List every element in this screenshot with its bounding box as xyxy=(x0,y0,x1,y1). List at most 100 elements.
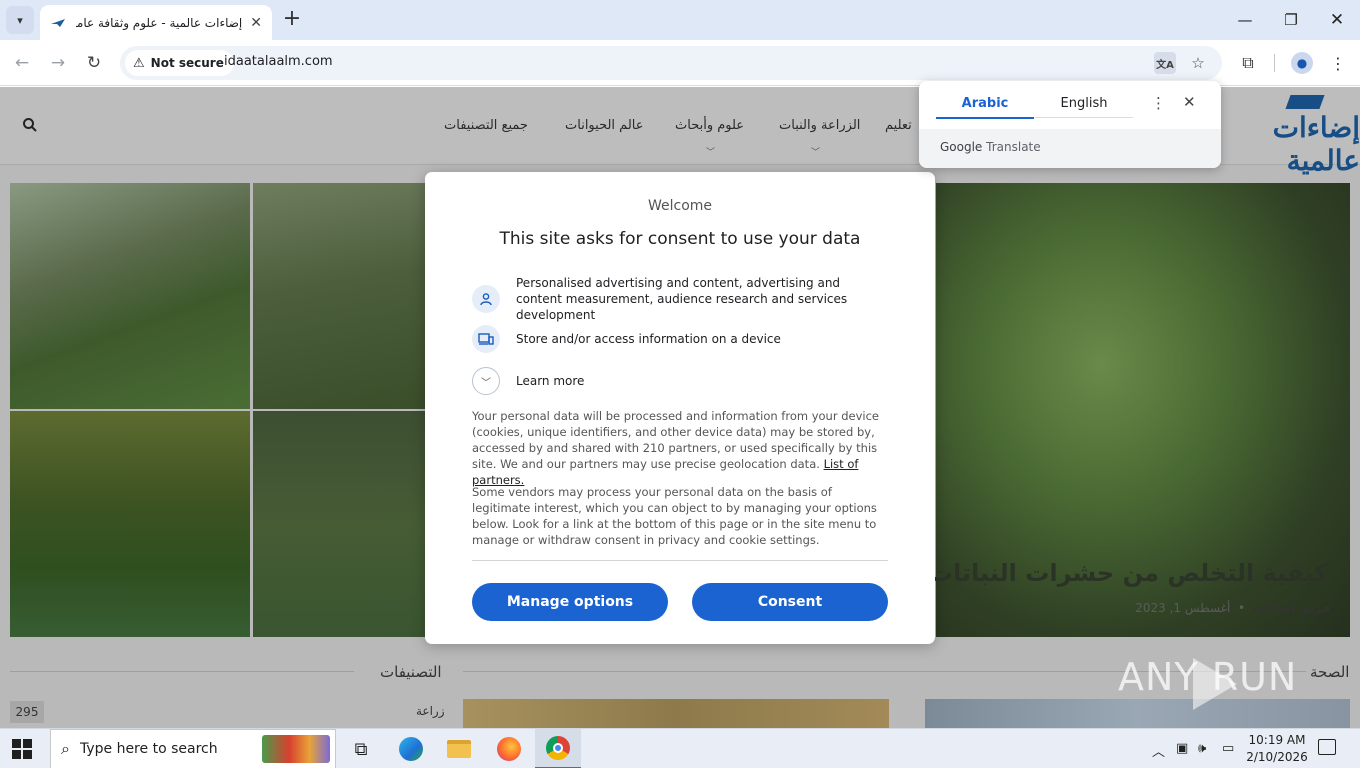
taskbar: ⌕ Type here to search ⧉ ︿ ▣ 🕪 ▭ 10:19 AM… xyxy=(0,728,1360,768)
back-icon[interactable]: ← xyxy=(10,51,34,75)
nav-item-all-categories[interactable]: جميع التصنيفات xyxy=(444,118,528,133)
article-image[interactable] xyxy=(463,699,889,728)
windows-start-icon[interactable] xyxy=(12,739,32,759)
article-image[interactable] xyxy=(253,411,425,637)
brand-google: Google xyxy=(940,140,983,154)
translate-icon[interactable]: 文A xyxy=(1154,52,1176,74)
learn-more-toggle[interactable]: ﹀ Learn more xyxy=(472,367,886,395)
consent-title: This site asks for consent to use your d… xyxy=(499,229,861,249)
brand-translate: Translate xyxy=(986,140,1041,154)
device-icon xyxy=(472,325,500,353)
security-chip[interactable]: ⚠ Not secure xyxy=(125,50,234,76)
new-tab-button[interactable]: + xyxy=(280,8,304,32)
system-clock[interactable]: 10:19 AM 2/10/2026 xyxy=(1244,732,1310,766)
task-view-icon[interactable]: ⧉ xyxy=(338,729,384,768)
minimize-icon[interactable]: — xyxy=(1222,0,1268,40)
hero-article[interactable]: كيفية التخلص من حشرات النباتات فريق إضاء… xyxy=(929,183,1350,637)
profile-icon: ● xyxy=(1291,52,1313,74)
section-divider xyxy=(10,671,354,672)
hero-date: أغسطس 1, 2023 xyxy=(1135,601,1231,615)
url-text[interactable]: idaatalaalm.com xyxy=(224,54,333,69)
firefox-app[interactable] xyxy=(486,729,532,768)
browser-toolbar: ← → ↻ ⚠ Not secure idaatalaalm.com 文A ☆ … xyxy=(0,40,1360,86)
edge-app[interactable] xyxy=(388,729,434,768)
menu-icon[interactable]: ⋮ xyxy=(1326,51,1350,75)
nav-item-science[interactable]: علوم وأبحاث xyxy=(675,118,744,133)
manage-options-button[interactable]: Manage options xyxy=(472,583,668,621)
site-logo[interactable]: إضاءات عالمية xyxy=(1222,111,1360,177)
consent-button[interactable]: Consent xyxy=(692,583,888,621)
hero-meta: فريق إضاءات • أغسطس 1, 2023 xyxy=(1135,601,1330,615)
category-count-badge: 295 xyxy=(10,701,44,723)
edge-icon xyxy=(399,737,423,761)
tab-strip: ▾ إضاءات عالمية - علوم وثقافة عامة ✕ + —… xyxy=(0,0,1360,40)
clock-date: 2/10/2026 xyxy=(1246,750,1308,764)
nav-item-animals[interactable]: عالم الحيوانات xyxy=(565,118,644,133)
more-options-icon[interactable]: ⋮ xyxy=(1151,94,1166,112)
category-link[interactable]: زراعة xyxy=(416,704,445,718)
security-label: Not secure xyxy=(150,56,224,70)
profile-button[interactable]: ● xyxy=(1290,51,1314,75)
star-icon[interactable]: ☆ xyxy=(1186,51,1210,75)
chevron-up-icon[interactable]: ︿ xyxy=(1152,741,1165,760)
health-heading: الصحة xyxy=(1306,663,1354,681)
forward-icon[interactable]: → xyxy=(46,51,70,75)
consent-welcome: Welcome xyxy=(647,198,713,214)
tab-title: إضاءات عالمية - علوم وثقافة عامة xyxy=(76,15,243,30)
browser-tab[interactable]: إضاءات عالمية - علوم وثقافة عامة ✕ xyxy=(40,5,272,40)
input-icon[interactable]: ▭ xyxy=(1222,741,1234,756)
logo-cap-icon xyxy=(1285,95,1325,109)
chevron-down-icon: ﹀ xyxy=(472,367,500,395)
tab-source-language[interactable]: Arabic xyxy=(936,96,1034,119)
consent-paragraph-text: Your personal data will be processed and… xyxy=(472,409,880,471)
article-image[interactable] xyxy=(253,183,425,409)
notifications-icon[interactable] xyxy=(1318,739,1336,755)
folder-icon xyxy=(447,740,471,758)
purpose-row: Personalised advertising and content, ad… xyxy=(472,275,886,323)
article-image[interactable] xyxy=(10,411,250,637)
search-placeholder: Type here to search xyxy=(79,741,218,757)
chrome-app[interactable] xyxy=(535,729,581,768)
translate-popup: Arabic English ⋮ ✕ Google Translate xyxy=(919,81,1221,168)
site-search-icon[interactable] xyxy=(22,117,38,137)
extensions-icon[interactable]: ⧉ xyxy=(1236,51,1260,75)
categories-heading: التصنيفات xyxy=(376,663,446,681)
close-icon[interactable]: ✕ xyxy=(1183,93,1196,111)
nav-item-education[interactable]: تعليم xyxy=(885,118,912,133)
chevron-down-icon: ﹀ xyxy=(706,148,716,158)
warning-icon: ⚠ xyxy=(133,55,145,71)
purpose-row: Store and/or access information on a dev… xyxy=(472,325,886,353)
network-icon[interactable]: ▣ xyxy=(1176,741,1188,756)
watermark: ANY RUN xyxy=(1118,655,1298,699)
tab-target-language[interactable]: English xyxy=(1035,96,1133,118)
consent-dialog: Welcome This site asks for consent to us… xyxy=(425,172,935,644)
purpose-text: Store and/or access information on a dev… xyxy=(516,332,781,346)
nav-item-agriculture[interactable]: الزراعة والنبات xyxy=(779,118,860,133)
file-explorer-app[interactable] xyxy=(436,729,482,768)
volume-icon[interactable]: 🕪 xyxy=(1198,741,1206,756)
learn-more-label: Learn more xyxy=(516,374,585,388)
maximize-icon[interactable]: ❐ xyxy=(1268,0,1314,40)
google-translate-brand: Google Translate xyxy=(940,140,1041,154)
close-icon[interactable]: ✕ xyxy=(1314,0,1360,40)
site-favicon-icon xyxy=(51,18,65,27)
reload-icon[interactable]: ↻ xyxy=(82,51,106,75)
tab-search-icon[interactable]: ▾ xyxy=(6,6,34,34)
article-image[interactable] xyxy=(925,699,1350,728)
hero-author[interactable]: فريق إضاءات xyxy=(1253,601,1330,615)
address-bar[interactable]: ⚠ Not secure idaatalaalm.com 文A ☆ xyxy=(120,46,1222,80)
hero-title[interactable]: كيفية التخلص من حشرات النباتات xyxy=(929,559,1328,587)
consent-paragraph: Your personal data will be processed and… xyxy=(472,408,890,488)
search-icon: ⌕ xyxy=(61,739,70,758)
translate-footer: Google Translate xyxy=(919,129,1221,168)
search-highlight-icon[interactable] xyxy=(262,735,330,763)
person-icon xyxy=(472,285,500,313)
dialog-divider xyxy=(472,560,888,561)
chrome-icon xyxy=(546,736,570,760)
article-image[interactable] xyxy=(10,183,250,409)
tab-close-icon[interactable]: ✕ xyxy=(250,15,262,31)
firefox-icon xyxy=(497,737,521,761)
toolbar-divider xyxy=(1274,54,1275,72)
consent-paragraph: Some vendors may process your personal d… xyxy=(472,485,877,547)
chevron-down-icon: ﹀ xyxy=(811,148,821,158)
